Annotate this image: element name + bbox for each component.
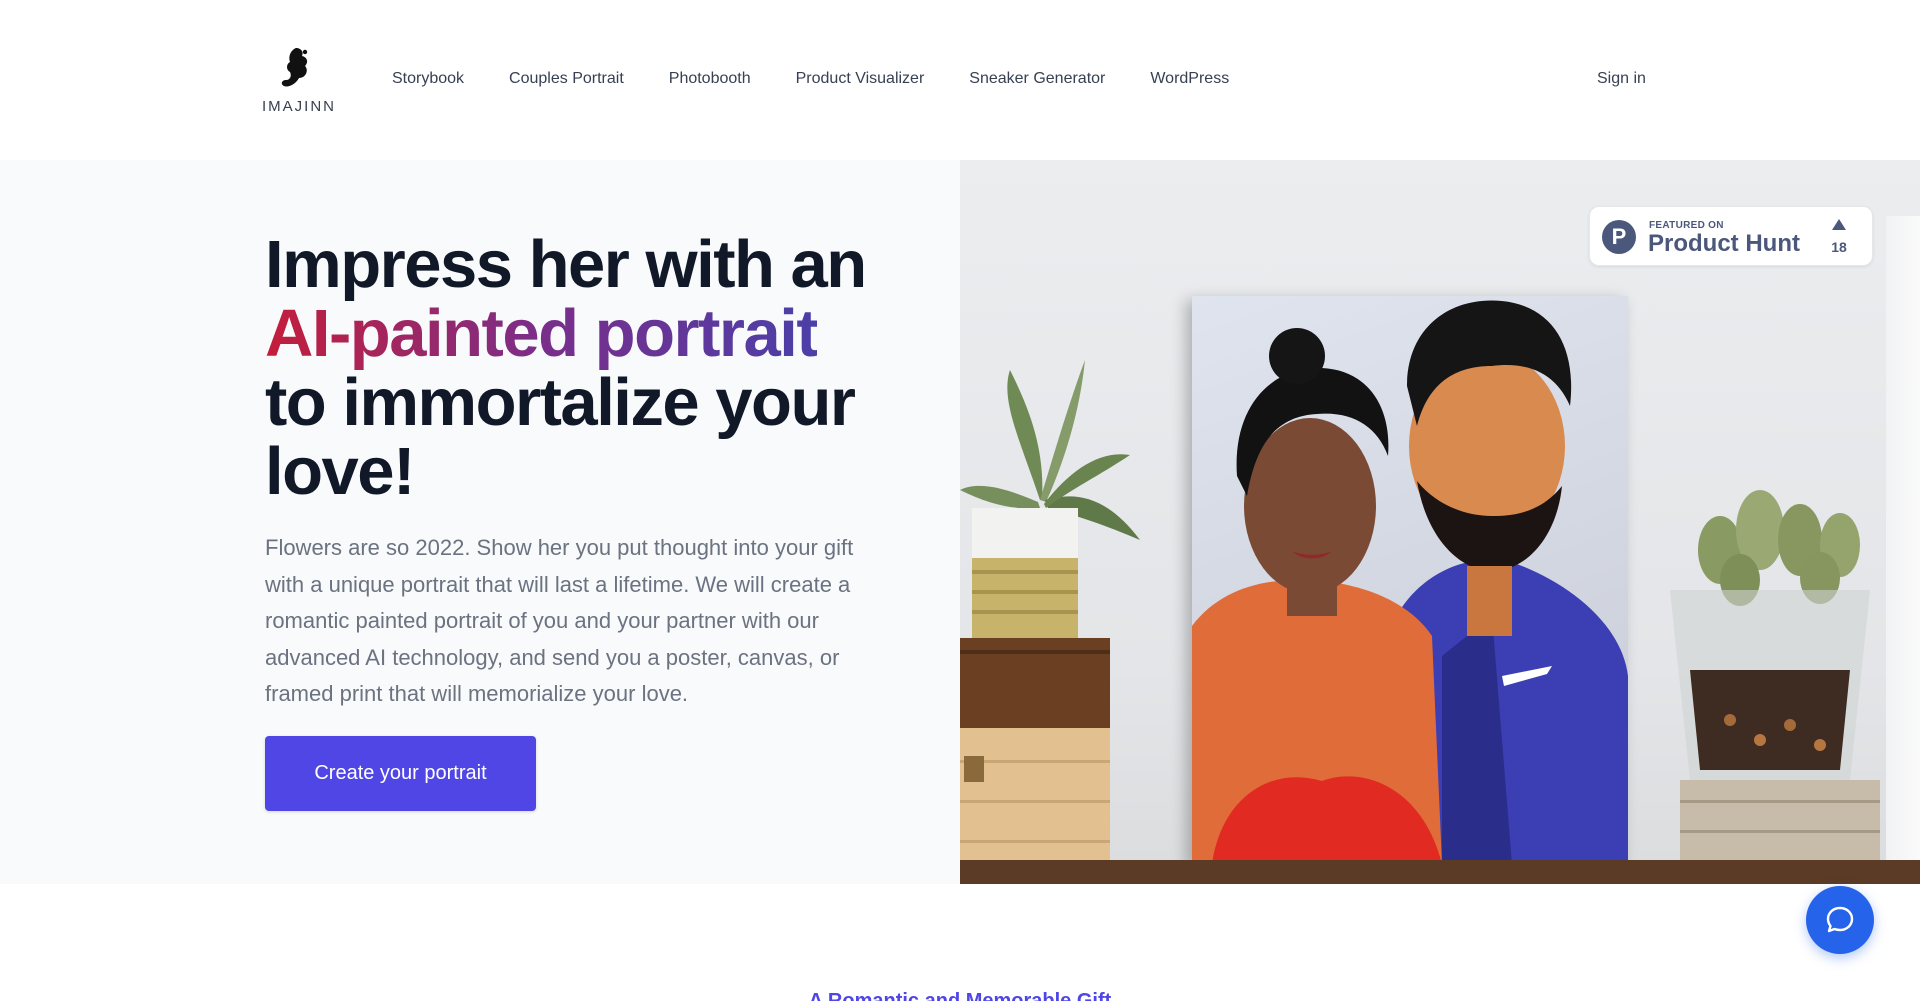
- potted-plant-image: [960, 360, 1140, 884]
- portrait-illustration: [1192, 300, 1628, 864]
- main-nav: Storybook Couples Portrait Photobooth Pr…: [392, 70, 1274, 88]
- signin-link[interactable]: Sign in: [1597, 70, 1646, 88]
- nav-couples-portrait[interactable]: Couples Portrait: [509, 70, 624, 88]
- hero-image: [960, 160, 1920, 884]
- headline-line-1: Impress her with an: [265, 227, 867, 302]
- wooden-shelf: [960, 860, 1920, 884]
- brand-logo[interactable]: IMAJINN: [262, 46, 336, 118]
- product-hunt-badge[interactable]: P FEATURED ON Product Hunt 18: [1589, 206, 1873, 266]
- product-hunt-logo-icon: P: [1602, 220, 1636, 254]
- product-hunt-upvote-count: 18: [1831, 239, 1847, 255]
- logo-wordmark: IMAJINN: [262, 98, 336, 115]
- nav-storybook[interactable]: Storybook: [392, 70, 464, 88]
- imajinn-logo-icon: [281, 48, 308, 87]
- hero-headline: Impress her with an AI-painted portrait …: [265, 230, 905, 506]
- couple-portrait-canvas: [1192, 296, 1628, 864]
- nav-wordpress[interactable]: WordPress: [1150, 70, 1229, 88]
- nav-product-visualizer[interactable]: Product Visualizer: [796, 70, 925, 88]
- create-portrait-button[interactable]: Create your portrait: [265, 736, 536, 811]
- nav-sneaker-generator[interactable]: Sneaker Generator: [969, 70, 1105, 88]
- chat-launcher-button[interactable]: [1806, 886, 1874, 954]
- wall-edge: [1886, 216, 1920, 884]
- headline-highlight: AI-painted portrait: [265, 296, 819, 371]
- triangle-up-icon: [1832, 219, 1846, 230]
- headline-line-3: to immortalize your love!: [265, 365, 856, 509]
- cactus-plant-image: [1670, 490, 1880, 884]
- nav-photobooth[interactable]: Photobooth: [669, 70, 751, 88]
- section-subtitle: A Romantic and Memorable Gift: [808, 990, 1112, 1001]
- site-header: IMAJINN Storybook Couples Portrait Photo…: [0, 0, 1920, 160]
- product-hunt-name: Product Hunt: [1648, 230, 1800, 257]
- hero-text-panel: Impress her with an AI-painted portrait …: [0, 160, 960, 884]
- hero-description: Flowers are so 2022. Show her you put th…: [265, 535, 854, 706]
- chat-bubble-icon: [1826, 906, 1854, 933]
